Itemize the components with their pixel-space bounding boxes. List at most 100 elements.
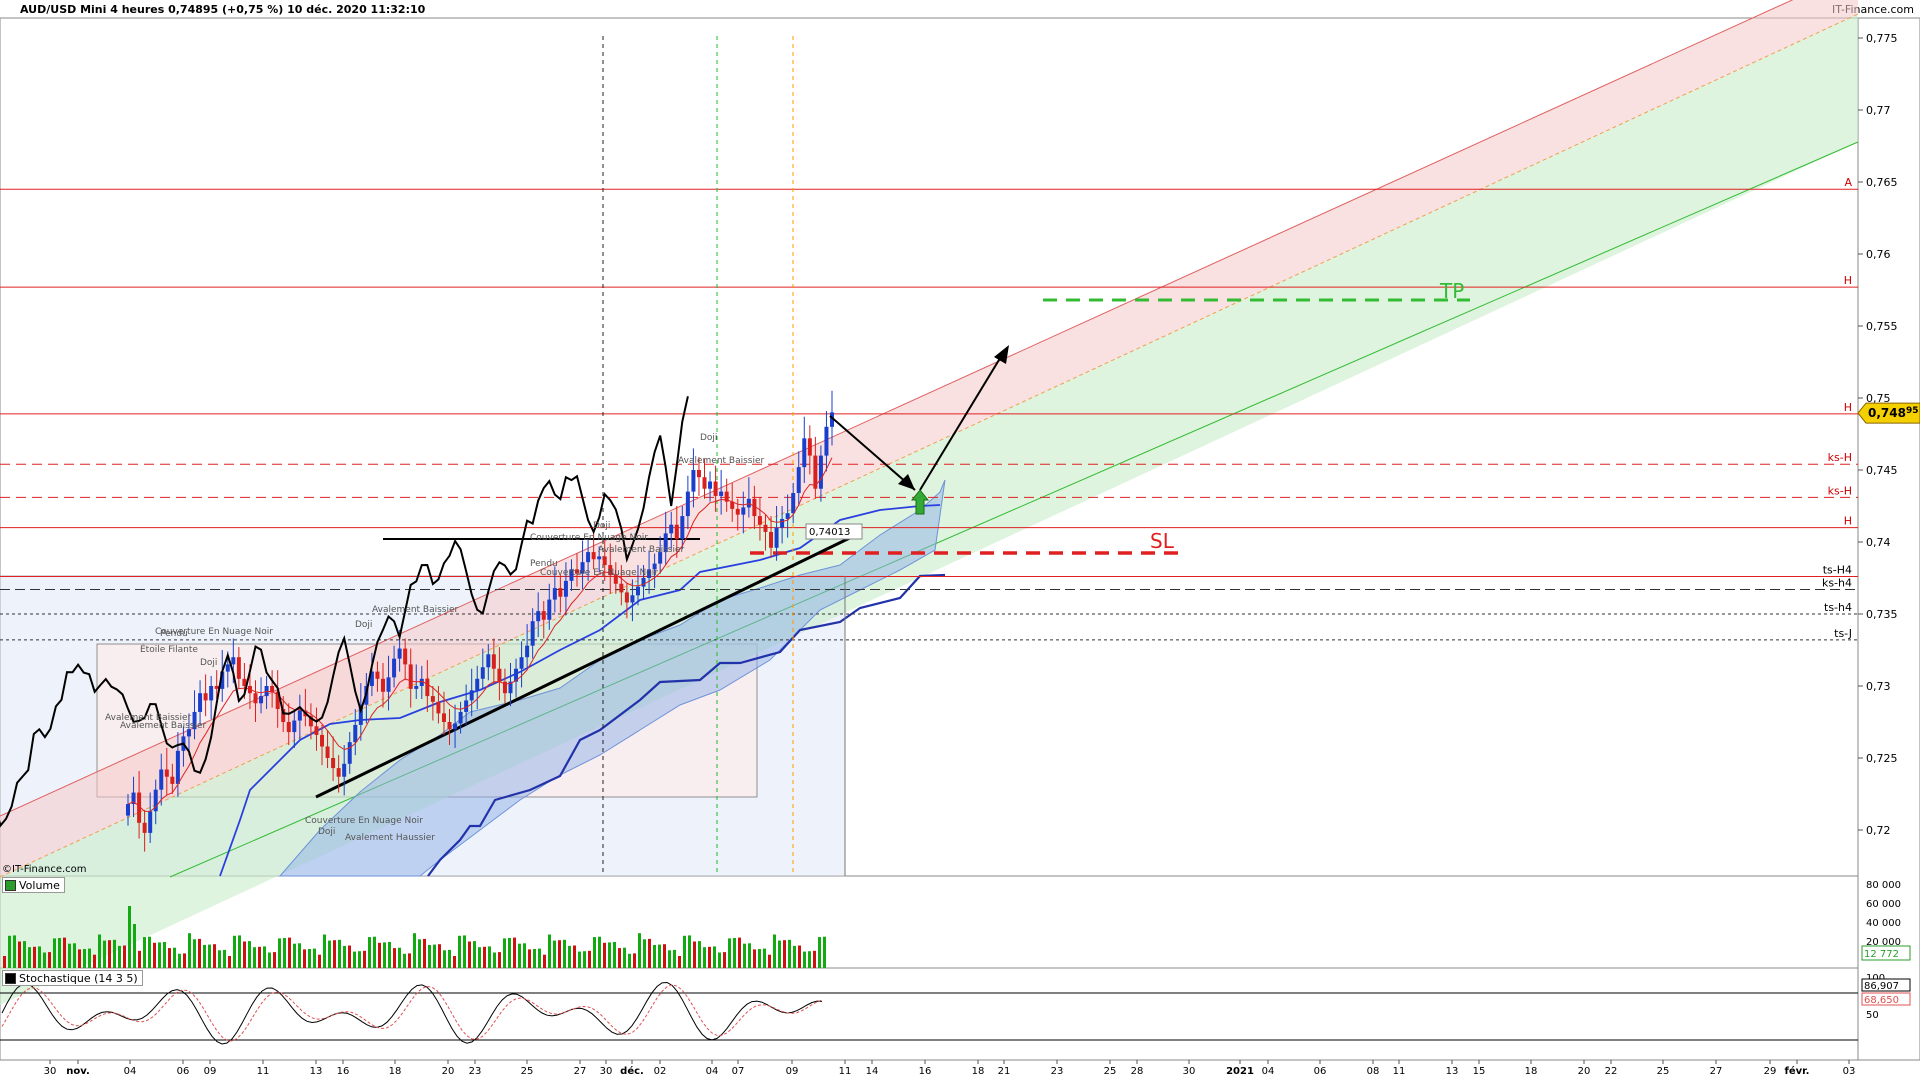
watermark: ©IT-Finance.com — [2, 864, 87, 875]
candle-body — [475, 678, 480, 691]
volume-bar — [93, 954, 96, 968]
volume-bar — [333, 940, 336, 968]
volume-bar — [818, 937, 821, 968]
volume-bar — [78, 949, 81, 968]
volume-bar — [473, 941, 476, 968]
candle-body — [142, 822, 147, 833]
time-tick-label: 16 — [337, 1066, 350, 1077]
candle-body — [680, 516, 685, 540]
volume-bar — [153, 942, 156, 968]
volume-bar — [523, 943, 526, 968]
volume-bar — [373, 936, 376, 968]
volume-bar — [468, 941, 471, 968]
volume-bar — [513, 937, 516, 968]
time-tick-label: 11 — [257, 1066, 270, 1077]
candle-body — [214, 686, 219, 689]
volume-bar — [508, 938, 511, 968]
volume-bar — [528, 949, 531, 968]
stoch-panel-label[interactable]: Stochastique (14 3 5) — [2, 970, 143, 986]
time-tick-label: 28 — [1131, 1066, 1144, 1077]
candle-body — [624, 592, 629, 603]
time-tick-label: févr. — [1785, 1065, 1810, 1077]
volume-bar — [28, 947, 31, 968]
volume-bar — [338, 939, 341, 968]
price-tick-label: 0,73 — [1866, 680, 1891, 693]
volume-bar — [413, 933, 416, 968]
volume-bar — [53, 938, 56, 968]
price-tick-label: 0,725 — [1866, 752, 1898, 765]
pattern-label: Avalement Baissier — [598, 545, 685, 555]
volume-bar — [608, 942, 611, 968]
volume-bar — [378, 942, 381, 968]
volume-bar — [438, 944, 441, 968]
volume-panel-label[interactable]: Volume — [2, 877, 65, 893]
volume-axis-label: 40 000 — [1866, 918, 1901, 929]
time-tick-label: 11 — [1393, 1066, 1406, 1077]
volume-bar — [168, 948, 171, 968]
volume-bar — [538, 948, 541, 968]
candle-body — [824, 426, 829, 456]
volume-bar — [393, 948, 396, 968]
candle-body — [314, 726, 319, 735]
volume-bar — [343, 945, 346, 968]
volume-bar — [23, 941, 26, 968]
volume-bar — [463, 935, 466, 968]
time-tick-label: 03 — [1843, 1066, 1856, 1077]
volume-bar — [3, 956, 6, 968]
level-label: H — [1844, 401, 1852, 414]
volume-bar — [453, 956, 456, 968]
volume-bar — [563, 939, 566, 968]
candle-body — [225, 664, 230, 672]
volume-bar — [823, 936, 826, 968]
pattern-label: Couverture En Nuage Noir — [540, 568, 658, 578]
level-label: H — [1844, 515, 1852, 528]
volume-bar — [668, 950, 671, 968]
time-tick-label: 27 — [1710, 1066, 1723, 1077]
time-tick-label: 08 — [1367, 1066, 1380, 1077]
volume-bar — [708, 946, 711, 968]
volume-bar — [288, 937, 291, 968]
volume-bar — [188, 933, 191, 968]
volume-bar — [68, 943, 71, 968]
volume-bar — [658, 944, 661, 968]
pattern-label: Doji — [318, 827, 335, 837]
volume-bar — [678, 956, 681, 968]
candle-body — [763, 524, 768, 532]
volume-bar — [518, 943, 521, 968]
volume-bar — [743, 943, 746, 968]
volume-bar — [13, 935, 16, 968]
volume-bar — [308, 949, 311, 968]
volume-bar — [383, 942, 386, 968]
time-tick-label: 20 — [442, 1066, 455, 1077]
volume-bar — [103, 940, 106, 968]
price-tick-label: 0,755 — [1866, 320, 1898, 333]
candle-body — [148, 811, 153, 833]
price-chart[interactable]: AHHks-Hks-HHts-H4ks-h4ts-h4ts-JTPSLDojiA… — [0, 0, 1920, 1080]
volume-bar — [8, 935, 11, 968]
volume-bar — [353, 951, 356, 968]
time-tick-label: 30 — [1183, 1066, 1196, 1077]
volume-bar — [493, 952, 496, 968]
candle-body — [702, 477, 707, 489]
volume-bar — [203, 945, 206, 968]
volume-bar — [218, 950, 221, 968]
time-tick-label: 25 — [521, 1066, 534, 1077]
candle-body — [602, 556, 607, 566]
candle-body — [231, 657, 236, 665]
candle-body — [635, 586, 640, 596]
volume-bar — [788, 939, 791, 968]
pattern-label: Doji — [200, 658, 217, 668]
volume-bar — [813, 950, 816, 968]
candle-body — [757, 516, 762, 525]
time-tick-label: 21 — [998, 1066, 1011, 1077]
time-tick-label: 13 — [1446, 1066, 1459, 1077]
volume-bar — [418, 939, 421, 968]
price-tick-label: 0,76 — [1866, 248, 1891, 261]
time-tick-label: 2021 — [1226, 1066, 1254, 1077]
candle-body — [530, 621, 535, 646]
time-tick-label: 27 — [574, 1066, 587, 1077]
volume-bar — [483, 946, 486, 968]
pattern-label: Avalement Haussier — [345, 833, 435, 843]
volume-bar — [363, 950, 366, 968]
level-label: ks-h4 — [1822, 577, 1852, 590]
